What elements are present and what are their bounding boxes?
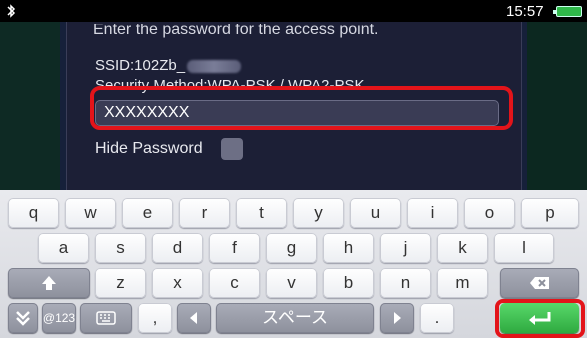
key-k[interactable]: k	[437, 233, 488, 263]
shift-arrow-icon	[42, 276, 56, 290]
key-j[interactable]: j	[380, 233, 431, 263]
key-m[interactable]: m	[437, 268, 488, 298]
ssid-text: SSID:102Zb_	[95, 57, 186, 74]
keyboard-icon	[96, 311, 116, 325]
close-keyboard-key[interactable]	[8, 303, 38, 333]
key-q[interactable]: q	[8, 198, 59, 228]
key-o[interactable]: o	[464, 198, 515, 228]
key-b[interactable]: b	[323, 268, 374, 298]
bluetooth-icon	[7, 4, 16, 18]
key-w[interactable]: w	[65, 198, 116, 228]
hide-password-label: Hide Password	[95, 140, 203, 157]
space-key[interactable]: スペース	[216, 303, 374, 333]
key-l[interactable]: l	[494, 233, 554, 263]
backspace-icon	[529, 277, 549, 289]
key-y[interactable]: y	[293, 198, 344, 228]
key-n[interactable]: n	[380, 268, 431, 298]
key-e[interactable]: e	[122, 198, 173, 228]
key-s[interactable]: s	[95, 233, 146, 263]
status-bar: 15:57	[0, 0, 587, 22]
battery-icon	[553, 6, 582, 17]
comma-key[interactable]: ,	[138, 303, 172, 333]
chevron-down-icon	[16, 311, 30, 326]
highlight-enter-key	[495, 299, 585, 338]
key-v[interactable]: v	[266, 268, 317, 298]
arrow-left-icon	[190, 312, 197, 324]
highlight-password-field	[90, 86, 513, 130]
shift-key[interactable]	[8, 268, 90, 298]
key-r[interactable]: r	[179, 198, 230, 228]
key-p[interactable]: p	[521, 198, 579, 228]
key-f[interactable]: f	[209, 233, 260, 263]
ssid-label: SSID:102Zb_	[95, 57, 242, 74]
key-i[interactable]: i	[407, 198, 458, 228]
key-x[interactable]: x	[152, 268, 203, 298]
key-g[interactable]: g	[266, 233, 317, 263]
period-key[interactable]: .	[420, 303, 454, 333]
key-a[interactable]: a	[38, 233, 89, 263]
hide-password-checkbox[interactable]	[221, 138, 243, 160]
key-h[interactable]: h	[323, 233, 374, 263]
ssid-redacted	[187, 59, 242, 73]
key-u[interactable]: u	[350, 198, 401, 228]
key-c[interactable]: c	[209, 268, 260, 298]
keyboard-layout-key[interactable]	[80, 303, 132, 333]
instruction-text: Enter the password for the access point.	[93, 24, 379, 38]
arrow-right-icon	[394, 312, 401, 324]
clock: 15:57	[506, 3, 544, 20]
key-z[interactable]: z	[95, 268, 146, 298]
backspace-key[interactable]	[500, 268, 579, 298]
cursor-left-key[interactable]	[177, 303, 211, 333]
key-d[interactable]: d	[152, 233, 203, 263]
symbol-mode-key[interactable]: @123	[42, 303, 76, 333]
cursor-right-key[interactable]	[380, 303, 414, 333]
key-t[interactable]: t	[236, 198, 287, 228]
